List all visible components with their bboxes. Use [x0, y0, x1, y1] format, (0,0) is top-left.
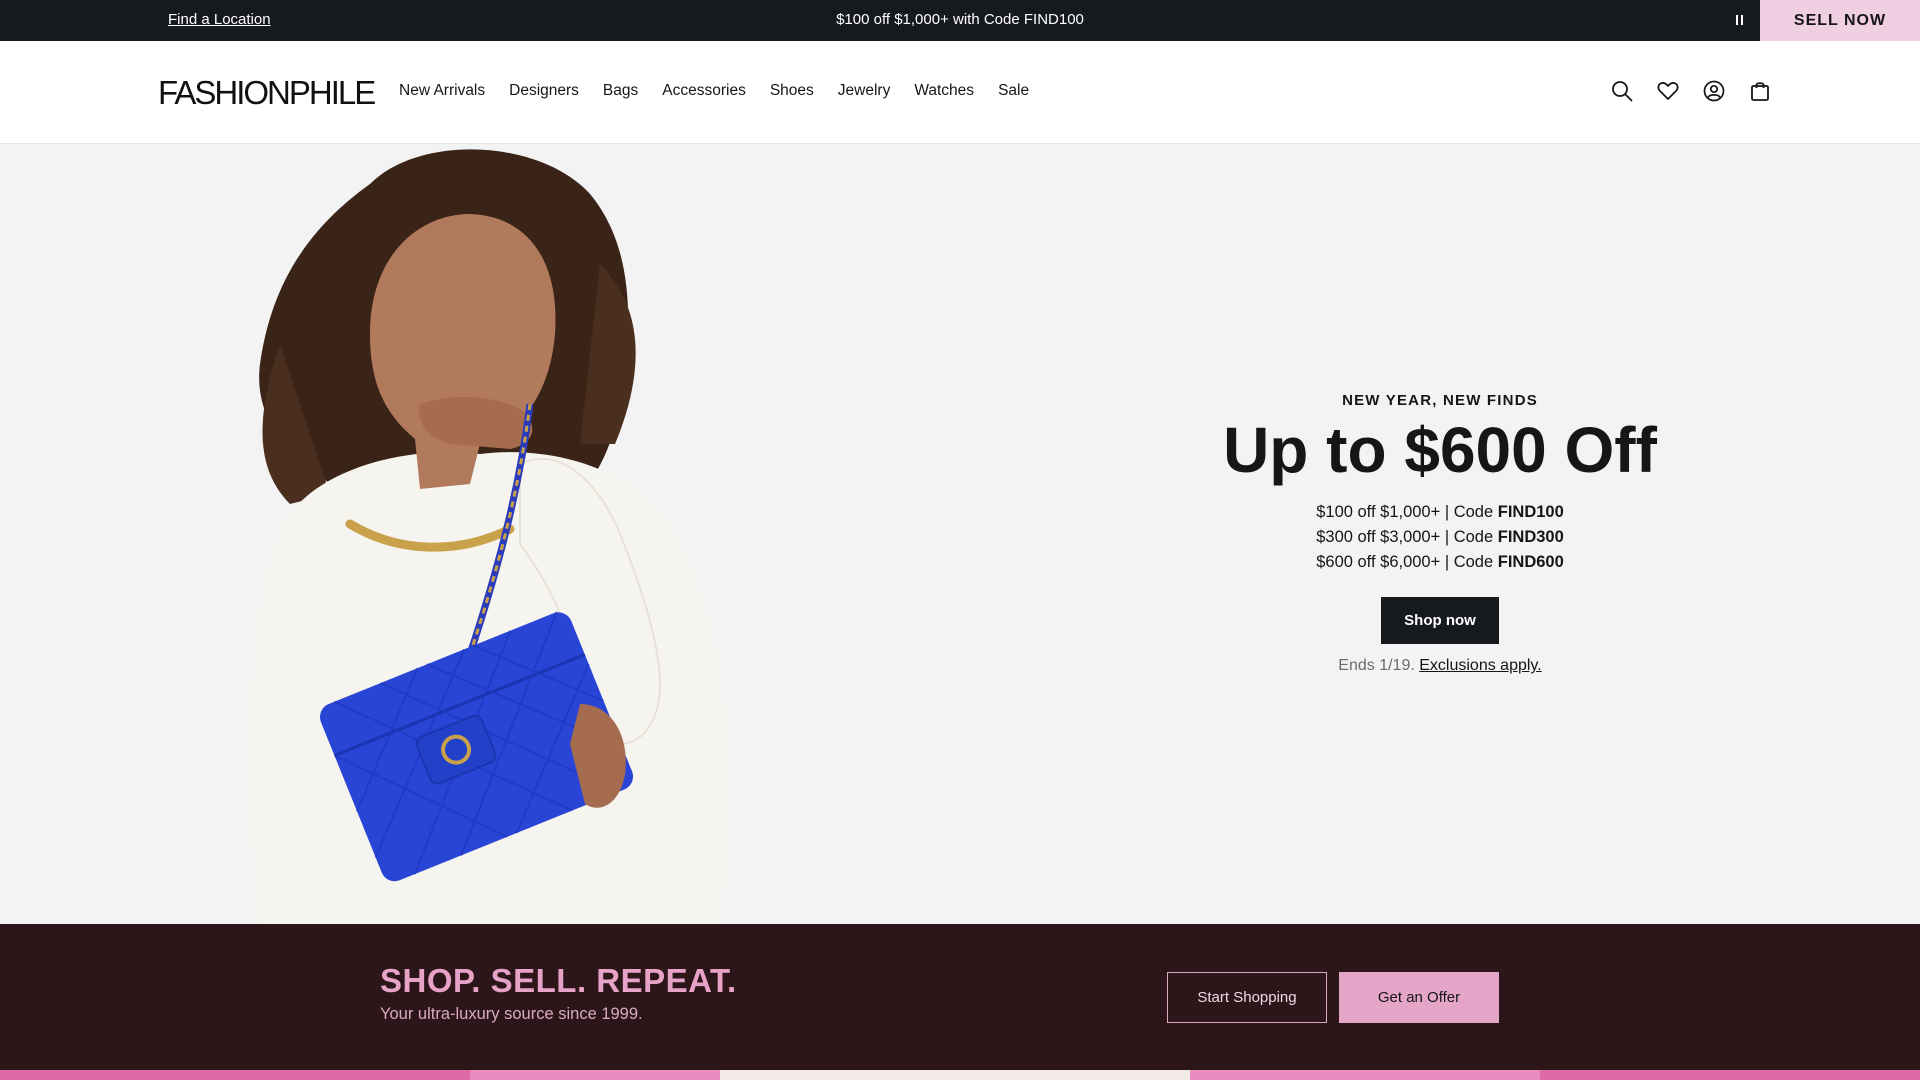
promo-ends: Ends 1/19. Exclusions apply.	[1180, 657, 1700, 675]
nav-sale[interactable]: Sale	[998, 82, 1029, 100]
hero-banner[interactable]: NEW YEAR, NEW FINDS Up to $600 Off $100 …	[0, 144, 1920, 924]
announcement-bar: Find a Location $100 off $1,000+ with Co…	[0, 0, 1920, 41]
promo-code-text: $100 off $1,000+ | Code	[1316, 503, 1498, 522]
exclusions-link[interactable]: Exclusions apply.	[1419, 657, 1541, 674]
main-nav: New Arrivals Designers Bags Accessories …	[399, 82, 1029, 100]
promo-end-date: Ends 1/19.	[1338, 657, 1415, 675]
nav-watches[interactable]: Watches	[914, 82, 974, 100]
promo-code-text: $600 off $6,000+ | Code	[1316, 553, 1498, 572]
hero-model-image	[249, 149, 728, 924]
hero-promo: NEW YEAR, NEW FINDS Up to $600 Off $100 …	[1180, 392, 1700, 675]
next-section-image-center	[720, 1070, 1190, 1080]
nav-designers[interactable]: Designers	[509, 82, 579, 100]
promo-code-line: $100 off $1,000+ | Code FIND100	[1180, 500, 1700, 525]
nav-new-arrivals[interactable]: New Arrivals	[399, 82, 485, 100]
bag-icon[interactable]	[1748, 79, 1772, 103]
hero-eyebrow: NEW YEAR, NEW FINDS	[1342, 392, 1538, 409]
promo-code-line: $300 off $3,000+ | Code FIND300	[1180, 525, 1700, 550]
search-icon[interactable]	[1610, 79, 1634, 103]
logo[interactable]: FASHIONPHILE	[158, 74, 376, 112]
shop-now-button[interactable]: Shop now	[1381, 597, 1499, 645]
get-offer-button[interactable]: Get an Offer	[1339, 972, 1499, 1023]
sell-now-button[interactable]: SELL NOW	[1760, 0, 1920, 41]
brand-tagline: SHOP. SELL. REPEAT.	[380, 962, 737, 999]
nav-shoes[interactable]: Shoes	[770, 82, 814, 100]
promo-codes: $100 off $1,000+ | Code FIND100 $300 off…	[1180, 500, 1700, 575]
hero-headline: Up to $600 Off	[1223, 414, 1657, 486]
nav-bags[interactable]: Bags	[603, 82, 638, 100]
announcement-promo-text: $100 off $1,000+ with Code FIND100	[836, 11, 1084, 28]
promo-code-line: $600 off $6,000+ | Code FIND600	[1180, 550, 1700, 575]
brand-band: SHOP. SELL. REPEAT. Your ultra-luxury so…	[0, 924, 1920, 1070]
heart-icon[interactable]	[1656, 79, 1680, 103]
site-header: FASHIONPHILE New Arrivals Designers Bags…	[0, 41, 1920, 144]
promo-code: FIND300	[1497, 528, 1564, 547]
header-icons	[1610, 79, 1772, 103]
pause-icon[interactable]	[1731, 12, 1747, 28]
start-shopping-button[interactable]: Start Shopping	[1167, 972, 1327, 1023]
next-section-preview	[0, 1070, 1920, 1080]
nav-jewelry[interactable]: Jewelry	[838, 82, 891, 100]
promo-code: FIND100	[1497, 503, 1564, 522]
nav-accessories[interactable]: Accessories	[662, 82, 746, 100]
find-location-link[interactable]: Find a Location	[168, 11, 271, 28]
promo-code-text: $300 off $3,000+ | Code	[1316, 528, 1498, 547]
promo-code: FIND600	[1497, 553, 1564, 572]
brand-subtitle: Your ultra-luxury source since 1999.	[380, 1005, 643, 1023]
account-icon[interactable]	[1702, 79, 1726, 103]
